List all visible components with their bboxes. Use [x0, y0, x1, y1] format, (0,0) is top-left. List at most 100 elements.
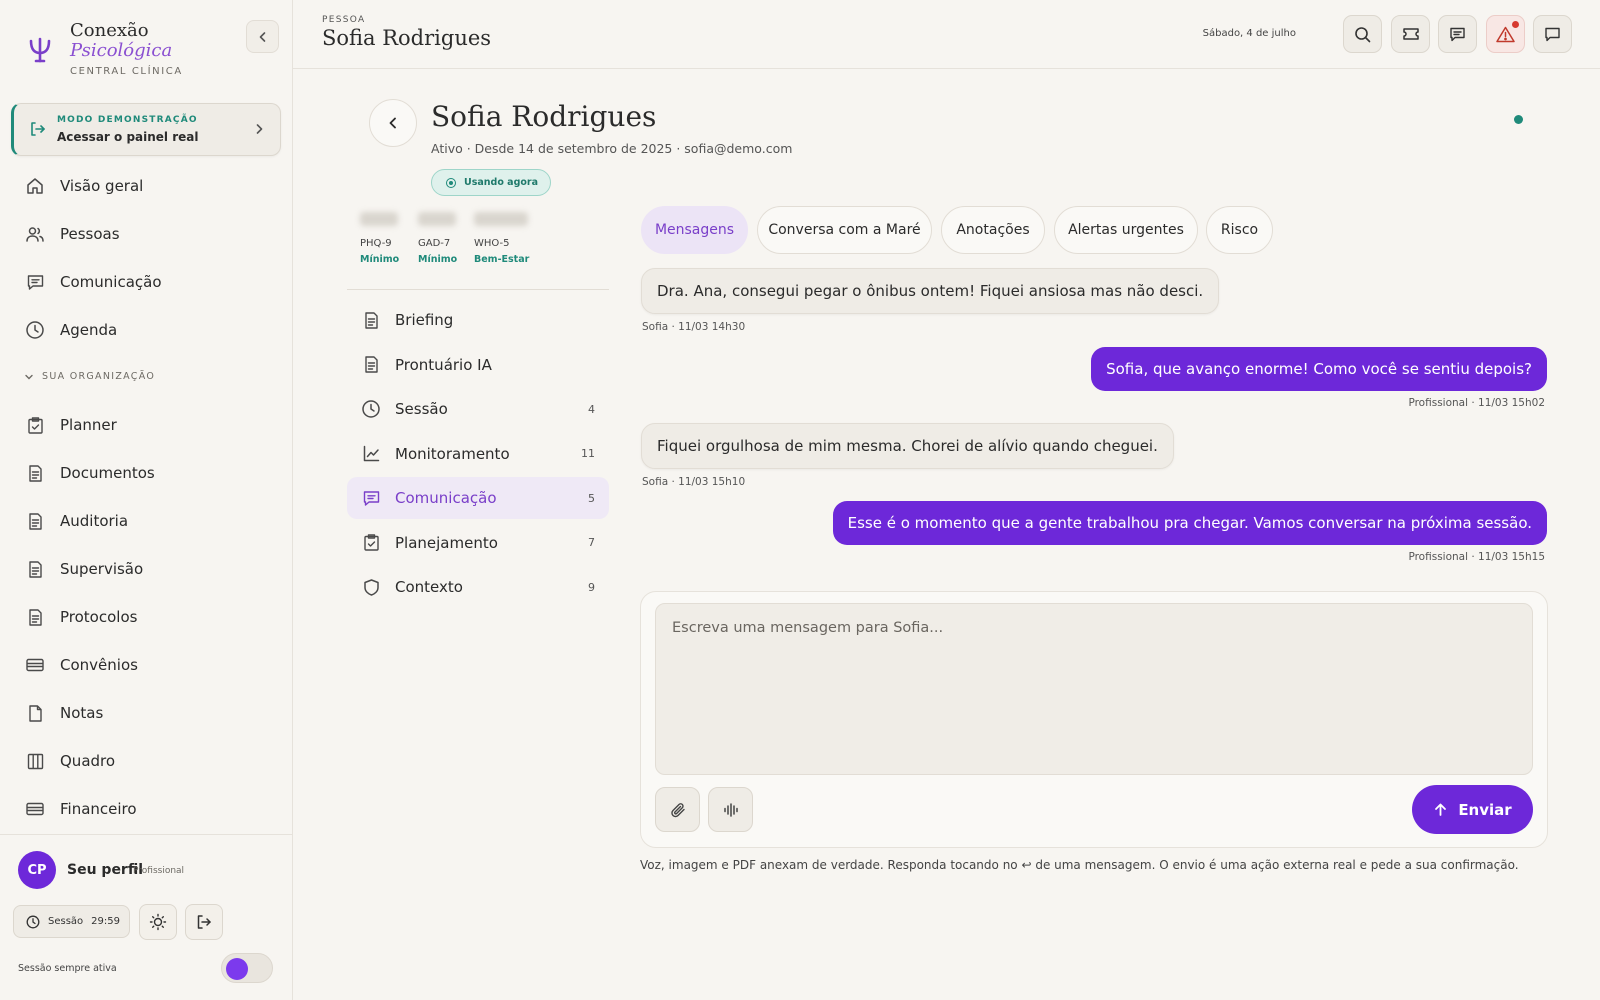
brand-name-accent: Psicológica [70, 40, 173, 61]
sidebar-item-label: Protocolos [60, 608, 138, 626]
sidebar-item-label: Comunicação [60, 273, 162, 291]
section-item-count: 4 [588, 402, 595, 416]
section-item-sessao[interactable]: Sessão 4 [347, 388, 609, 430]
sidebar-item-auditoria[interactable]: Auditoria [24, 505, 274, 537]
message-meta: Profissional · 11/03 15h02 [1408, 397, 1545, 409]
tab-mensagens[interactable]: Mensagens [641, 206, 748, 254]
profile-name[interactable]: Seu perfil [67, 862, 143, 878]
notification-dot [1512, 21, 1519, 28]
sidebar-item-label: Quadro [60, 752, 116, 770]
document-icon [361, 355, 381, 375]
sidebar-item-visao-geral[interactable]: Visão geral [24, 170, 274, 202]
chart-icon [361, 444, 381, 464]
always-active-toggle[interactable] [221, 953, 273, 983]
document-icon [24, 606, 46, 628]
section-item-label: Prontuário IA [395, 355, 492, 374]
organization-section-toggle[interactable]: SUA ORGANIZAÇÃO [24, 371, 155, 382]
section-item-label: Contexto [395, 578, 463, 596]
urgent-alerts-button[interactable] [1486, 15, 1525, 53]
clipboard-icon [24, 414, 46, 436]
logout-button[interactable] [185, 904, 223, 940]
chat-button[interactable] [1533, 15, 1572, 53]
sidebar-item-label: Auditoria [60, 512, 129, 530]
online-indicator [1514, 115, 1523, 124]
sidebar-item-planner[interactable]: Planner [24, 409, 274, 441]
home-icon [24, 175, 46, 197]
section-item-label: Planejamento [395, 533, 498, 552]
search-button[interactable] [1343, 15, 1382, 53]
users-icon [24, 223, 46, 245]
score-who5[interactable]: WHO-5 Bem-Estar [474, 212, 529, 265]
tab-alertas-urgentes[interactable]: Alertas urgentes [1054, 206, 1198, 254]
section-item-count: 5 [588, 491, 595, 505]
avatar[interactable]: CP [18, 851, 56, 889]
sidebar-item-comunicacao[interactable]: Comunicação [24, 266, 274, 298]
session-timer-chip[interactable]: Sessão 29:59 [13, 905, 130, 938]
sidebar-item-supervisao[interactable]: Supervisão [24, 553, 274, 585]
score-gad7[interactable]: GAD-7 Mínimo [418, 212, 457, 265]
send-button[interactable]: Enviar [1412, 785, 1533, 834]
demo-mode-card[interactable]: MODO DEMONSTRAÇÃO Acessar o painel real [11, 103, 281, 156]
send-button-label: Enviar [1458, 800, 1512, 819]
demo-mode-text: Acessar o painel real [57, 130, 199, 144]
tab-conversa-com-a-mare[interactable]: Conversa com a Maré [757, 206, 932, 254]
section-item-count: 7 [588, 536, 595, 549]
clipboard-icon [361, 533, 381, 553]
sidebar-item-financeiro[interactable]: Financeiro [24, 793, 274, 825]
section-item-comunicacao[interactable]: Comunicação 5 [347, 477, 609, 519]
audio-waveform-icon [723, 802, 738, 817]
attach-button[interactable] [655, 787, 700, 832]
section-item-prontuario-ia[interactable]: Prontuário IA [347, 344, 609, 386]
section-item-briefing[interactable]: Briefing [347, 299, 609, 341]
sidebar-item-documentos[interactable]: Documentos [24, 457, 274, 489]
message-meta: Sofia · 11/03 15h10 [642, 476, 746, 488]
chat-icon [361, 488, 381, 508]
person-name: Sofia Rodrigues [431, 100, 657, 133]
sidebar-item-convenios[interactable]: Convênios [24, 649, 274, 681]
sidebar-footer: CP Seu perfil Profissional Sessão 29:59 … [0, 834, 293, 1000]
score-phq9[interactable]: PHQ-9 Mínimo [360, 212, 399, 265]
sidebar-item-quadro[interactable]: Quadro [24, 745, 274, 777]
chat-icon [1545, 27, 1560, 41]
voice-record-button[interactable] [708, 787, 753, 832]
outgoing-message[interactable]: Esse é o momento que a gente trabalhou p… [832, 501, 1547, 545]
chat-icon [24, 271, 46, 293]
file-icon [24, 702, 46, 724]
clock-icon [361, 399, 381, 419]
outgoing-message[interactable]: Sofia, que avanço enorme! Como você se s… [1091, 347, 1547, 391]
session-label: Sessão [48, 916, 84, 927]
collapse-sidebar-button[interactable] [246, 20, 279, 53]
demo-mode-label: MODO DEMONSTRAÇÃO [57, 115, 198, 125]
sidebar-item-protocolos[interactable]: Protocolos [24, 601, 274, 633]
top-bar: PESSOA Sofia Rodrigues Sábado, 4 de julh… [293, 0, 1600, 69]
score-level: Mínimo [418, 254, 458, 265]
sidebar-item-notas[interactable]: Notas [24, 697, 274, 729]
sidebar-item-agenda[interactable]: Agenda [24, 314, 274, 346]
message-meta: Profissional · 11/03 15h15 [1408, 551, 1545, 563]
status-badge-label: Usando agora [464, 177, 539, 188]
section-item-planejamento[interactable]: Planejamento 7 [347, 522, 609, 564]
arrow-up-icon [1435, 803, 1447, 816]
radio-dot-icon [446, 177, 456, 188]
section-item-label: Briefing [395, 311, 454, 329]
back-button[interactable] [369, 99, 417, 147]
section-item-count: 11 [581, 447, 595, 460]
document-icon [24, 558, 46, 580]
message-input[interactable] [655, 603, 1533, 775]
sidebar-item-pessoas[interactable]: Pessoas [24, 218, 274, 250]
section-item-count: 9 [588, 580, 595, 594]
section-item-monitoramento[interactable]: Monitoramento 11 [347, 433, 609, 475]
tab-risco[interactable]: Risco [1206, 206, 1273, 254]
paperclip-icon [670, 802, 685, 817]
theme-toggle-button[interactable] [139, 904, 177, 940]
incoming-message[interactable]: Dra. Ana, consegui pegar o ônibus ontem!… [641, 268, 1220, 314]
section-item-contexto[interactable]: Contexto 9 [347, 566, 609, 608]
tab-anotacoes[interactable]: Anotações [941, 206, 1045, 254]
brand-logo[interactable]: Conexão Psicológica CENTRAL CLÍNICA [24, 20, 284, 80]
incoming-message[interactable]: Fiquei orgulhosa de mim mesma. Chorei de… [641, 423, 1174, 469]
ticket-button[interactable] [1391, 15, 1430, 53]
messages-button[interactable] [1438, 15, 1477, 53]
sun-icon [149, 913, 167, 931]
document-icon [361, 310, 381, 330]
chevron-left-icon [259, 31, 265, 42]
